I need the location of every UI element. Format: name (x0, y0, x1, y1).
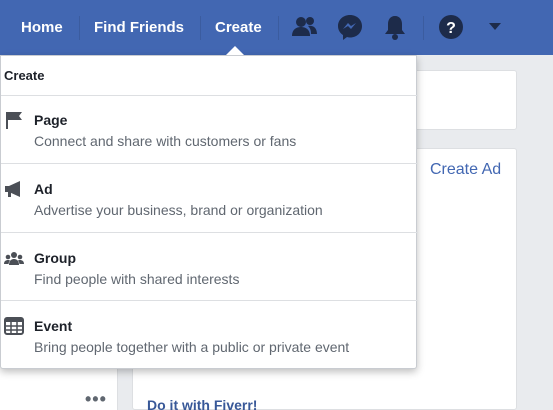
divider (1, 163, 418, 164)
item-title: Ad (34, 181, 53, 197)
more-options-button[interactable]: ••• (85, 389, 107, 410)
notifications-icon[interactable] (381, 13, 409, 41)
sponsored-title-link[interactable]: Do it with Fiverr! (147, 397, 257, 410)
item-description: Bring people together with a public or p… (34, 339, 350, 355)
dropdown-pointer (226, 46, 244, 55)
top-navigation-bar: Home Find Friends Create ? (0, 0, 553, 55)
nav-home-link[interactable]: Home (21, 0, 63, 55)
nav-divider (423, 16, 424, 40)
create-ad-link[interactable]: Create Ad (430, 161, 501, 179)
divider (1, 300, 418, 301)
item-description: Connect and share with customers or fans (34, 133, 297, 149)
item-description: Advertise your business, brand or organi… (34, 202, 323, 218)
nav-divider (278, 16, 279, 40)
create-group-item[interactable]: Group Find people with shared interests (1, 244, 418, 312)
create-event-item[interactable]: Event Bring people together with a publi… (1, 312, 418, 380)
group-icon (4, 252, 24, 265)
megaphone-icon (5, 181, 20, 197)
create-dropdown-menu: Create Page Connect and share with custo… (0, 55, 418, 369)
calendar-icon (4, 317, 24, 335)
help-icon[interactable]: ? (437, 13, 465, 41)
account-menu-icon[interactable] (489, 23, 501, 30)
item-title: Event (34, 318, 73, 334)
item-title: Page (34, 112, 68, 128)
nav-find-friends-link[interactable]: Find Friends (94, 0, 184, 55)
item-description: Find people with shared interests (34, 271, 240, 287)
svg-text:?: ? (446, 20, 456, 37)
nav-divider (200, 16, 201, 40)
dropdown-header: Create (4, 68, 45, 83)
messenger-icon[interactable] (336, 13, 364, 41)
divider (1, 232, 418, 233)
flag-icon (6, 112, 22, 129)
nav-divider (79, 16, 80, 40)
friend-requests-icon[interactable] (290, 13, 318, 41)
divider (1, 95, 418, 96)
item-title: Group (34, 250, 76, 266)
